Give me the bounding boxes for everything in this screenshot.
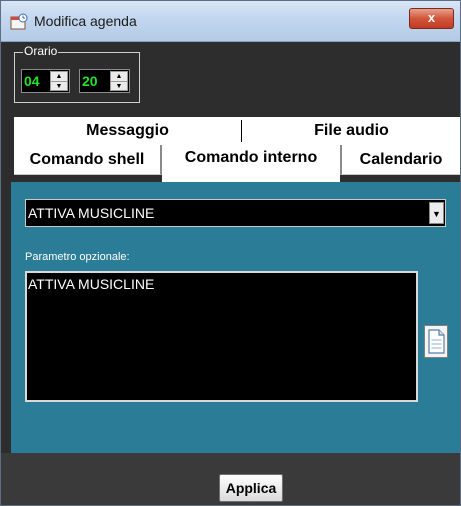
close-icon: x — [427, 10, 436, 25]
tab-panel: ATTIVA MUSICLINE ▼ Parametro opzionale: … — [11, 182, 460, 453]
client-area: Orario 04 ▲ ▼ 20 ▲ ▼ Messaggio File audi… — [1, 42, 460, 505]
chevron-down-icon[interactable]: ▼ — [429, 202, 444, 224]
minutes-stepper[interactable]: 20 ▲ ▼ — [79, 69, 130, 93]
hours-value[interactable]: 04 — [24, 73, 40, 89]
spin-down-icon[interactable]: ▼ — [51, 82, 67, 91]
tab-messaggio[interactable]: Messaggio — [14, 120, 242, 142]
window-title: Modifica agenda — [34, 13, 137, 29]
parameter-label: Parametro opzionale: — [25, 251, 130, 263]
tab-calendario[interactable]: Calendario — [340, 145, 460, 175]
command-dropdown[interactable]: ATTIVA MUSICLINE ▼ — [25, 199, 446, 227]
tab-comando-interno[interactable]: Comando interno — [162, 142, 340, 182]
spin-up-icon[interactable]: ▲ — [111, 72, 127, 82]
tab-file-audio[interactable]: File audio — [243, 120, 460, 142]
tab-comando-shell-label: Comando shell — [29, 151, 145, 168]
close-button[interactable]: x — [409, 8, 454, 29]
orario-group: Orario 04 ▲ ▼ 20 ▲ ▼ — [14, 44, 140, 103]
orario-legend: Orario — [23, 44, 59, 58]
tab-row-back: Messaggio File audio — [14, 117, 460, 145]
apply-button[interactable]: Applica — [219, 474, 283, 502]
window: Modifica agenda x Orario 04 ▲ ▼ 20 ▲ ▼ M… — [0, 0, 461, 506]
tab-file-audio-label: File audio — [314, 122, 389, 139]
tab-messaggio-label: Messaggio — [86, 122, 169, 139]
parameter-text[interactable]: ATTIVA MUSICLINE — [28, 276, 154, 292]
hours-spinner[interactable]: ▲ ▼ — [50, 71, 68, 91]
spin-down-icon[interactable]: ▼ — [111, 82, 127, 91]
tab-comando-interno-label: Comando interno — [184, 149, 318, 166]
tab-comando-shell[interactable]: Comando shell — [14, 145, 162, 175]
parameter-textarea[interactable]: ATTIVA MUSICLINE — [25, 271, 418, 402]
minutes-spinner[interactable]: ▲ ▼ — [110, 71, 128, 91]
title-bar[interactable]: Modifica agenda x — [1, 1, 460, 42]
hours-stepper[interactable]: 04 ▲ ▼ — [21, 69, 70, 93]
document-button[interactable] — [424, 325, 448, 358]
tab-calendario-label: Calendario — [359, 151, 443, 168]
apply-button-label: Applica — [225, 480, 277, 496]
command-dropdown-value: ATTIVA MUSICLINE — [28, 205, 155, 221]
spin-up-icon[interactable]: ▲ — [51, 72, 67, 82]
calendar-icon — [10, 13, 28, 30]
document-icon — [428, 329, 445, 354]
minutes-value[interactable]: 20 — [82, 73, 98, 89]
